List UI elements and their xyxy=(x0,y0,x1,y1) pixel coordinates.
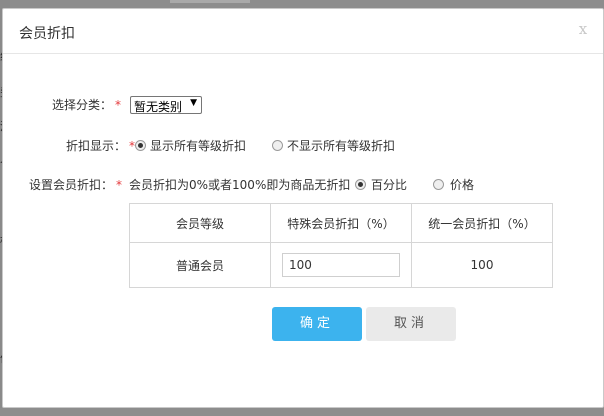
member-discount-label: 设置会员折扣： * xyxy=(29,176,122,193)
dialog-title: 会员折扣 xyxy=(19,26,75,42)
category-select-value: 暂无类别 xyxy=(134,100,183,114)
background-box xyxy=(170,0,250,3)
radio-show-all-grades[interactable] xyxy=(135,140,146,151)
table-row: 普通会员 100 xyxy=(129,242,553,288)
grade-name-cell: 普通会员 xyxy=(129,242,271,288)
radio-show-all-grades-label[interactable]: 显示所有等级折扣 xyxy=(150,137,246,154)
confirm-button[interactable]: 确定 xyxy=(272,307,362,341)
member-discount-dialog: 会员折扣 x 选择分类： * 暂无类别 ▼ 折扣显示： * 显示所有等级折扣 不显示… xyxy=(2,8,604,408)
member-discount-label-text: 设置会员折扣： xyxy=(29,178,114,192)
member-discount-hint: 会员折扣为0%或者100%即为商品无折扣 xyxy=(129,178,351,192)
discount-display-label: 折扣显示： * xyxy=(66,137,135,154)
close-icon[interactable]: x xyxy=(575,21,591,37)
table-header-unified-discount: 统一会员折扣（%） xyxy=(411,203,553,243)
category-label-text: 选择分类： xyxy=(52,98,113,112)
category-select[interactable]: 暂无类别 ▼ xyxy=(130,96,202,114)
table-header-grade: 会员等级 xyxy=(129,203,271,243)
discount-display-label-text: 折扣显示： xyxy=(66,139,127,153)
table-header-row: 会员等级 特殊会员折扣（%） 统一会员折扣（%） xyxy=(129,203,553,243)
unified-discount-cell: 100 xyxy=(411,242,553,288)
table-header-special-discount: 特殊会员折扣（%） xyxy=(270,203,412,243)
radio-price-label[interactable]: 价格 xyxy=(450,176,474,193)
dialog-header: 会员折扣 x xyxy=(3,9,603,54)
background-bottom xyxy=(0,408,604,416)
cancel-button[interactable]: 取消 xyxy=(366,307,456,341)
special-discount-cell xyxy=(270,242,412,288)
radio-percentage[interactable] xyxy=(355,179,366,190)
member-grade-table: 会员等级 特殊会员折扣（%） 统一会员折扣（%） 普通会员 100 xyxy=(129,203,553,288)
background-topbar xyxy=(0,0,604,8)
special-discount-input[interactable] xyxy=(282,253,400,277)
dropdown-arrow-icon: ▼ xyxy=(190,98,197,108)
radio-percentage-label[interactable]: 百分比 xyxy=(371,176,407,193)
required-mark: * xyxy=(115,98,122,112)
required-mark: * xyxy=(116,178,123,192)
radio-hide-all-grades-label[interactable]: 不显示所有等级折扣 xyxy=(287,137,395,154)
radio-hide-all-grades[interactable] xyxy=(272,140,283,151)
category-label: 选择分类： * xyxy=(52,96,121,113)
radio-price[interactable] xyxy=(433,179,444,190)
